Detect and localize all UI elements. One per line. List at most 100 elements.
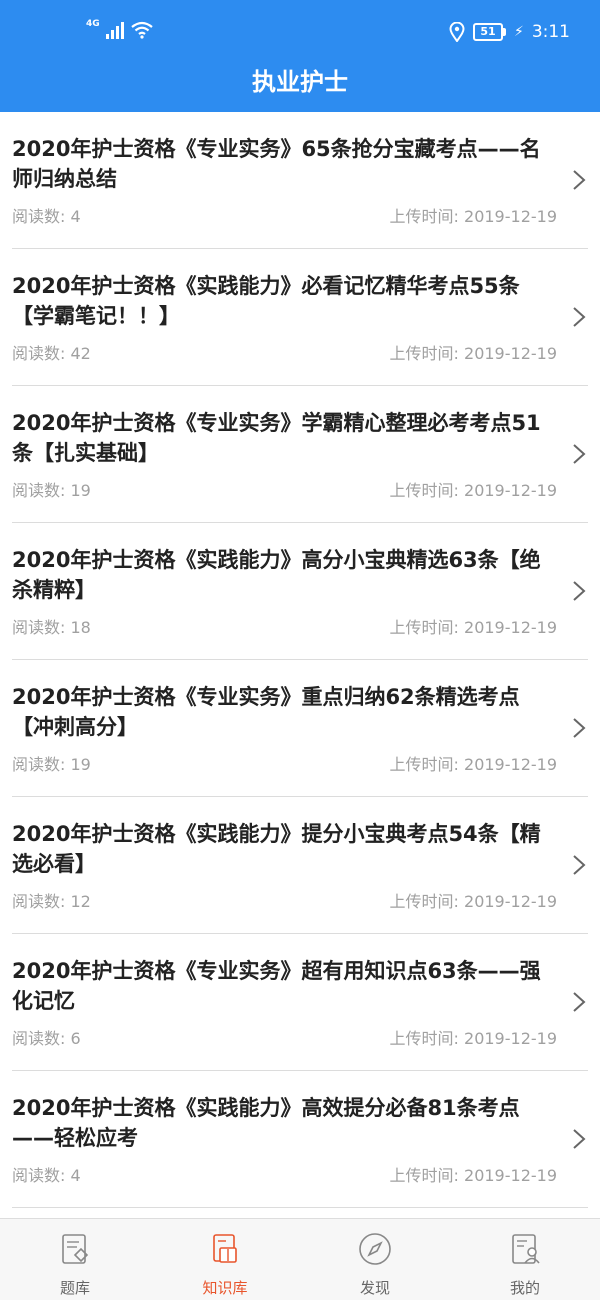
read-count-value: 6: [70, 1029, 81, 1048]
upload-time-label: 上传时间:: [389, 892, 459, 911]
upload-time: 上传时间: 2019-12-19: [390, 1025, 557, 1049]
upload-time: 上传时间: 2019-12-19: [390, 888, 557, 912]
upload-time-label: 上传时间:: [389, 1029, 459, 1048]
read-count-value: 4: [70, 1166, 81, 1185]
tab-question-bank[interactable]: 题库: [0, 1219, 150, 1300]
upload-time-label: 上传时间:: [389, 344, 459, 363]
upload-time-label: 上传时间:: [389, 1166, 459, 1185]
battery-icon: 51: [472, 23, 506, 41]
upload-time-value: 2019-12-19: [464, 1166, 557, 1185]
article-title: 2020年护士资格《专业实务》重点归纳62条精选考点【冲刺高分】: [12, 685, 520, 739]
list-item[interactable]: 2020年护士资格《实践能力》高效提分必备81条考点——轻松应考阅读数: 4 上传…: [12, 1071, 588, 1208]
tab-discover[interactable]: 发现: [300, 1219, 450, 1300]
read-count: 阅读数: 4: [12, 1162, 81, 1186]
question-bank-icon: [57, 1219, 93, 1271]
list-item[interactable]: 2020年护士资格《实践能力》提分小宝典考点54条【精选必看】阅读数: 12 上传…: [12, 797, 588, 934]
connectivity-indicators: 4G: [86, 20, 154, 39]
article-meta: 阅读数: 4 上传时间: 2019-12-19: [12, 203, 557, 227]
status-bar: 4G 51 ⚡ 3:11: [0, 0, 600, 56]
upload-time-value: 2019-12-19: [464, 344, 557, 363]
compass-icon: [357, 1219, 393, 1271]
system-indicators: 51 ⚡ 3:11: [449, 22, 570, 42]
tab-knowledge-base[interactable]: 知识库: [150, 1219, 300, 1300]
upload-time: 上传时间: 2019-12-19: [390, 614, 557, 638]
read-count-value: 42: [70, 344, 91, 363]
tab-label: 题库: [59, 1279, 90, 1297]
upload-time: 上传时间: 2019-12-19: [390, 477, 557, 501]
article-meta: 阅读数: 12 上传时间: 2019-12-19: [12, 888, 557, 912]
location-icon: [449, 22, 465, 42]
read-count-label: 阅读数:: [12, 481, 66, 500]
clock: 3:11: [531, 22, 570, 42]
upload-time-label: 上传时间:: [389, 755, 459, 774]
upload-time: 上传时间: 2019-12-19: [390, 1162, 557, 1186]
read-count: 阅读数: 12: [12, 888, 91, 912]
read-count-label: 阅读数:: [12, 1029, 66, 1048]
network-type: 4G: [86, 19, 100, 29]
upload-time-value: 2019-12-19: [464, 1029, 557, 1048]
read-count-label: 阅读数:: [12, 207, 66, 226]
article-meta: 阅读数: 18 上传时间: 2019-12-19: [12, 614, 557, 638]
list-item[interactable]: 2020年护士资格《实践能力》必看记忆精华考点55条【学霸笔记！！】阅读数: 4…: [12, 249, 588, 386]
upload-time-value: 2019-12-19: [464, 618, 557, 637]
chevron-right-icon: [573, 307, 586, 327]
tab-label: 知识库: [202, 1279, 248, 1297]
chevron-right-icon: [573, 855, 586, 875]
read-count: 阅读数: 4: [12, 203, 81, 227]
article-meta: 阅读数: 19 上传时间: 2019-12-19: [12, 751, 557, 775]
knowledge-base-icon: [207, 1219, 243, 1271]
read-count-value: 19: [70, 755, 91, 774]
upload-time-value: 2019-12-19: [464, 755, 557, 774]
tab-label: 我的: [509, 1279, 540, 1297]
page-title: 执业护士: [252, 68, 348, 96]
read-count-value: 19: [70, 481, 91, 500]
app-header: 4G 51 ⚡ 3:11 执业护士: [0, 0, 600, 112]
read-count: 阅读数: 42: [12, 340, 91, 364]
upload-time-value: 2019-12-19: [464, 481, 557, 500]
tab-profile[interactable]: 我的: [450, 1219, 600, 1300]
article-title: 2020年护士资格《实践能力》高分小宝典精选63条【绝杀精粹】: [12, 548, 541, 602]
upload-time-label: 上传时间:: [389, 618, 459, 637]
read-count-label: 阅读数:: [12, 892, 66, 911]
list-item[interactable]: 2020年护士资格《专业实务》学霸精心整理必考考点51条【扎实基础】阅读数: 1…: [12, 386, 588, 523]
article-title: 2020年护士资格《实践能力》必看记忆精华考点55条【学霸笔记！！】: [12, 274, 520, 328]
signal-icon: [105, 21, 124, 39]
read-count-label: 阅读数:: [12, 618, 66, 637]
list-item[interactable]: 2020年护士资格《专业实务》65条抢分宝藏考点——名师归纳总结阅读数: 4 上传…: [12, 112, 588, 249]
article-title: 2020年护士资格《专业实务》超有用知识点63条——强化记忆: [12, 959, 541, 1013]
upload-time-value: 2019-12-19: [464, 892, 557, 911]
article-title: 2020年护士资格《实践能力》提分小宝典考点54条【精选必看】: [12, 822, 541, 876]
chevron-right-icon: [573, 718, 586, 738]
chevron-right-icon: [573, 992, 586, 1012]
read-count-label: 阅读数:: [12, 1166, 66, 1185]
upload-time-label: 上传时间:: [389, 207, 459, 226]
read-count-value: 12: [70, 892, 91, 911]
charging-icon: ⚡: [513, 24, 524, 40]
bottom-tab-bar: 题库 知识库 发现 我的: [0, 1218, 600, 1300]
article-title: 2020年护士资格《专业实务》65条抢分宝藏考点——名师归纳总结: [12, 137, 541, 191]
upload-time: 上传时间: 2019-12-19: [390, 203, 557, 227]
read-count: 阅读数: 19: [12, 477, 91, 501]
article-title: 2020年护士资格《实践能力》高效提分必备81条考点——轻松应考: [12, 1096, 520, 1150]
article-meta: 阅读数: 4 上传时间: 2019-12-19: [12, 1162, 557, 1186]
upload-time-label: 上传时间:: [389, 481, 459, 500]
list-item[interactable]: 2020年护士资格《专业实务》超有用知识点63条——强化记忆阅读数: 6 上传时间…: [12, 934, 588, 1071]
chevron-right-icon: [573, 1129, 586, 1149]
article-list: 2020年护士资格《专业实务》65条抢分宝藏考点——名师归纳总结阅读数: 4 上传…: [0, 112, 600, 1208]
battery-level: 51: [472, 23, 503, 41]
read-count: 阅读数: 19: [12, 751, 91, 775]
article-meta: 阅读数: 42 上传时间: 2019-12-19: [12, 340, 557, 364]
upload-time-value: 2019-12-19: [464, 207, 557, 226]
list-item[interactable]: 2020年护士资格《专业实务》重点归纳62条精选考点【冲刺高分】阅读数: 19 上…: [12, 660, 588, 797]
chevron-right-icon: [573, 581, 586, 601]
list-item[interactable]: 2020年护士资格《实践能力》高分小宝典精选63条【绝杀精粹】阅读数: 18 上传…: [12, 523, 588, 660]
read-count: 阅读数: 18: [12, 614, 91, 638]
chevron-right-icon: [573, 170, 586, 190]
profile-icon: [507, 1219, 543, 1271]
upload-time: 上传时间: 2019-12-19: [390, 751, 557, 775]
read-count: 阅读数: 6: [12, 1025, 81, 1049]
article-meta: 阅读数: 6 上传时间: 2019-12-19: [12, 1025, 557, 1049]
article-title: 2020年护士资格《专业实务》学霸精心整理必考考点51条【扎实基础】: [12, 411, 541, 465]
read-count-value: 18: [70, 618, 91, 637]
upload-time: 上传时间: 2019-12-19: [390, 340, 557, 364]
